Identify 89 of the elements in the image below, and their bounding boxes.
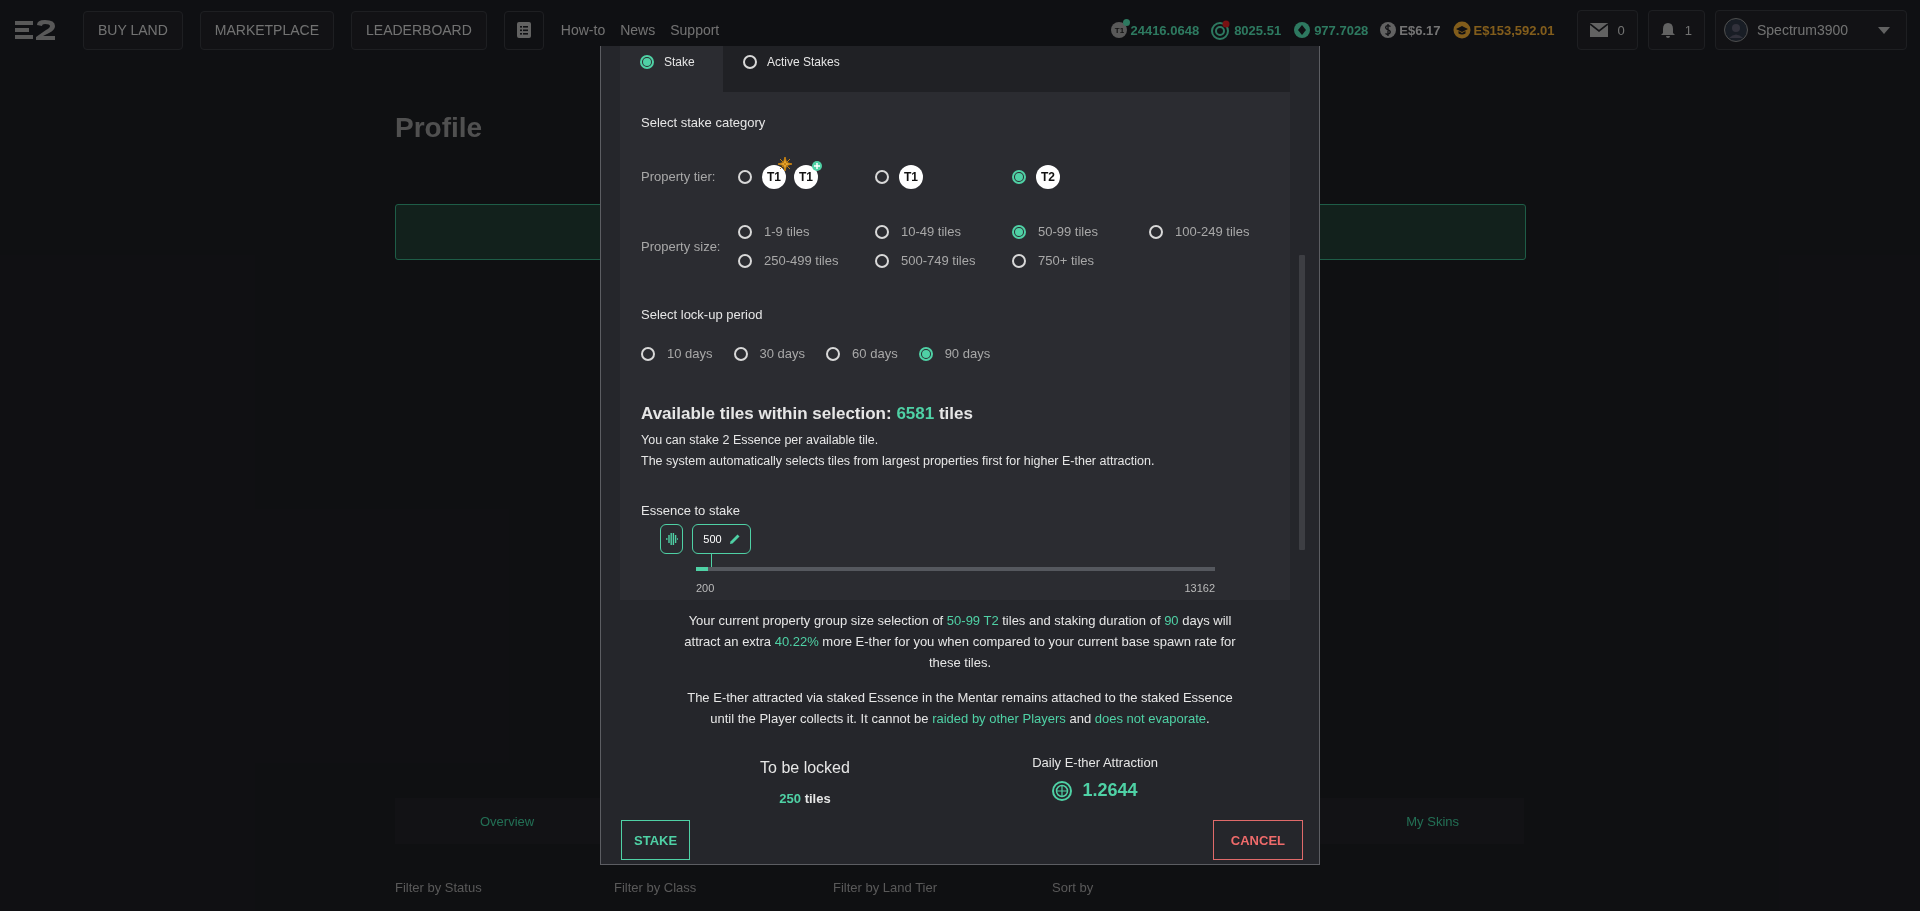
filter-label: Filter by Class [614, 880, 698, 895]
nav-link[interactable]: Support [670, 22, 720, 38]
radio-button[interactable] [875, 169, 889, 184]
slider-max: 13162 [1184, 582, 1215, 594]
field-label: Property size: [641, 238, 722, 254]
period-option[interactable]: 30 days [733, 339, 806, 368]
docs-button[interactable] [503, 10, 544, 50]
amount-input[interactable]: 500 [692, 524, 751, 554]
section-heading: Select lock-up period [641, 307, 764, 322]
period-option[interactable]: 90 days [918, 339, 991, 368]
nav-button[interactable]: LEADERBOARD [351, 10, 487, 50]
summary-label: To be locked [760, 759, 850, 777]
size-option[interactable]: 50-99 tiles [1012, 217, 1149, 246]
sparkle-icon [778, 156, 792, 171]
size-option[interactable]: 1-9 tiles [738, 217, 875, 246]
scrollbar[interactable] [1299, 255, 1305, 550]
size-option[interactable]: 500-749 tiles [875, 246, 1012, 275]
nav-link[interactable]: News [620, 22, 656, 38]
slider-track[interactable] [696, 567, 1215, 571]
balance-value: 24416.0648 [1130, 22, 1200, 38]
document-icon [516, 22, 531, 38]
logo-icon [15, 19, 57, 41]
field-label: Property tier: [641, 169, 717, 184]
ether-icon [1052, 780, 1073, 801]
balance-value: E$6.17 [1399, 22, 1441, 38]
info-paragraph: The E-ther attracted via staked Essence in the Mentar remains attached to the staked Essence until the Player collects it. It cannot be raided by other Players and does not evaporate. [686, 689, 1234, 728]
gem-icon [1293, 21, 1312, 39]
available-tiles-heading: Available tiles within selection: 6581 tiles [641, 404, 974, 424]
radio-button[interactable] [738, 169, 752, 184]
radio-button[interactable] [738, 253, 752, 268]
size-option[interactable]: 10-49 tiles [875, 217, 1012, 246]
radio-button[interactable] [826, 346, 841, 361]
tier-badge: T2 [1036, 164, 1060, 189]
radio-button[interactable] [1012, 169, 1026, 184]
radio-button[interactable] [1012, 224, 1026, 239]
stake-button[interactable]: STAKE [621, 820, 691, 860]
user-menu[interactable]: Spectrum3900 [1715, 10, 1907, 50]
period-option[interactable]: 60 days [826, 339, 898, 368]
radio-button[interactable] [1149, 224, 1163, 239]
nav-button[interactable]: MARKETPLACE [199, 10, 335, 50]
daily-ether-value: 1.2644 [1082, 780, 1138, 801]
dollar-icon [1380, 22, 1397, 38]
nav-button[interactable]: BUY LAND [83, 10, 183, 50]
avatar-icon [1724, 18, 1748, 42]
section-heading: Select stake category [641, 115, 767, 130]
radio-button[interactable] [641, 346, 655, 361]
slider-min: 200 [696, 582, 715, 594]
filter-label: Filter by Land Tier [833, 880, 939, 895]
size-option[interactable]: 100-249 tiles [1149, 217, 1286, 246]
profile-tab[interactable]: My Skins [1406, 813, 1459, 829]
field-label: Essence to stake [641, 503, 741, 518]
plus-icon [812, 160, 822, 171]
balance-value: E$153,592.01 [1473, 22, 1555, 38]
caret-icon [1878, 26, 1890, 34]
radio-button[interactable] [875, 253, 889, 268]
pencil-icon [729, 534, 740, 544]
tier-badge: T1 [1111, 22, 1128, 38]
filter-label: Sort by [1052, 880, 1095, 895]
bell-icon [1660, 22, 1675, 38]
tier-badge: T1 [899, 164, 923, 189]
radio-button[interactable] [918, 346, 933, 361]
size-option[interactable]: 750+ tiles [1012, 246, 1149, 275]
graduation-cap-icon [1452, 21, 1471, 39]
radio-button[interactable] [875, 224, 889, 239]
balance-value: 8025.51 [1234, 22, 1282, 38]
filter-label: Filter by Status [395, 880, 483, 895]
mail-icon [1589, 23, 1608, 37]
radio-button[interactable] [1012, 253, 1026, 268]
info-paragraph: Your current property group size selection of 50-99 T2 tiles and staking duration of 90 days will attract an extra 40.22% more E-ther for you when compared to your current base spawn rate for these tiles. [683, 612, 1237, 672]
notifications-button[interactable]: 1 [1647, 10, 1705, 50]
page-title: Profile [395, 112, 483, 144]
radio-button[interactable] [738, 224, 752, 239]
profile-tab[interactable]: Overview [480, 813, 535, 829]
target-icon [1211, 20, 1232, 40]
size-option[interactable]: 250-499 tiles [738, 246, 875, 275]
period-option[interactable]: 10 days [641, 339, 713, 368]
radio-button[interactable] [733, 346, 748, 361]
summary-label: Daily E-ther Attraction [1032, 755, 1158, 770]
slider-handle[interactable] [660, 524, 683, 554]
stake-tab[interactable]: Stake [620, 46, 723, 92]
grip-icon [665, 533, 678, 545]
stake-tab[interactable]: Active Stakes [723, 46, 862, 92]
balance-value: 977.7028 [1314, 22, 1369, 38]
info-text: The system automatically selects tiles from largest properties first for higher E-ther attraction. [641, 453, 1156, 470]
info-text: You can stake 2 Essence per available tile. [641, 432, 880, 449]
cancel-button[interactable]: CANCEL [1212, 820, 1303, 860]
mail-button[interactable]: 0 [1576, 10, 1638, 50]
nav-link[interactable]: How-to [560, 22, 606, 38]
locked-tiles-value: 250 tiles [779, 791, 831, 806]
